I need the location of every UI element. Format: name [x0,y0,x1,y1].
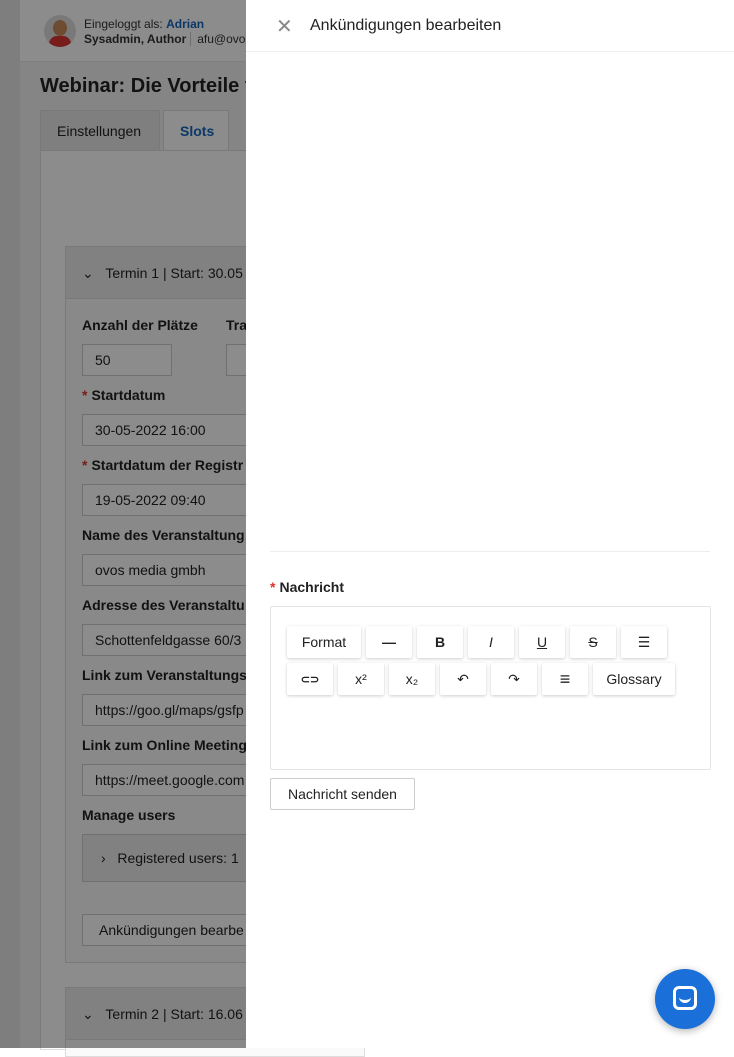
undo-icon[interactable]: ↶ [440,663,486,695]
italic-button[interactable]: I [468,626,514,658]
glossary-button[interactable]: Glossary [593,663,675,695]
send-message-button[interactable]: Nachricht senden [270,778,415,810]
close-icon[interactable]: ✕ [276,14,293,39]
divider [270,551,710,552]
chat-button[interactable] [655,969,715,1029]
align-icon[interactable]: ≡ [542,663,588,695]
format-button[interactable]: Format [287,626,361,658]
drawer-title: Ankündigungen bearbeiten [310,17,502,34]
underline-button[interactable]: U [519,626,565,658]
announcements-drawer: ✕ Ankündigungen bearbeiten * Nachricht Fo… [246,0,734,1048]
drawer-header: ✕ Ankündigungen bearbeiten [246,0,734,52]
redo-icon[interactable]: ↷ [491,663,537,695]
list-icon[interactable]: ☰ [621,626,667,658]
subscript-button[interactable]: x₂ [389,663,435,695]
horizontal-rule-button[interactable]: — [366,626,412,658]
message-label: * Nachricht [270,579,345,595]
superscript-button[interactable]: x² [338,663,384,695]
link-icon[interactable]: ⊂⊃ [287,663,333,695]
bold-button[interactable]: B [417,626,463,658]
strikethrough-button[interactable]: S [570,626,616,658]
